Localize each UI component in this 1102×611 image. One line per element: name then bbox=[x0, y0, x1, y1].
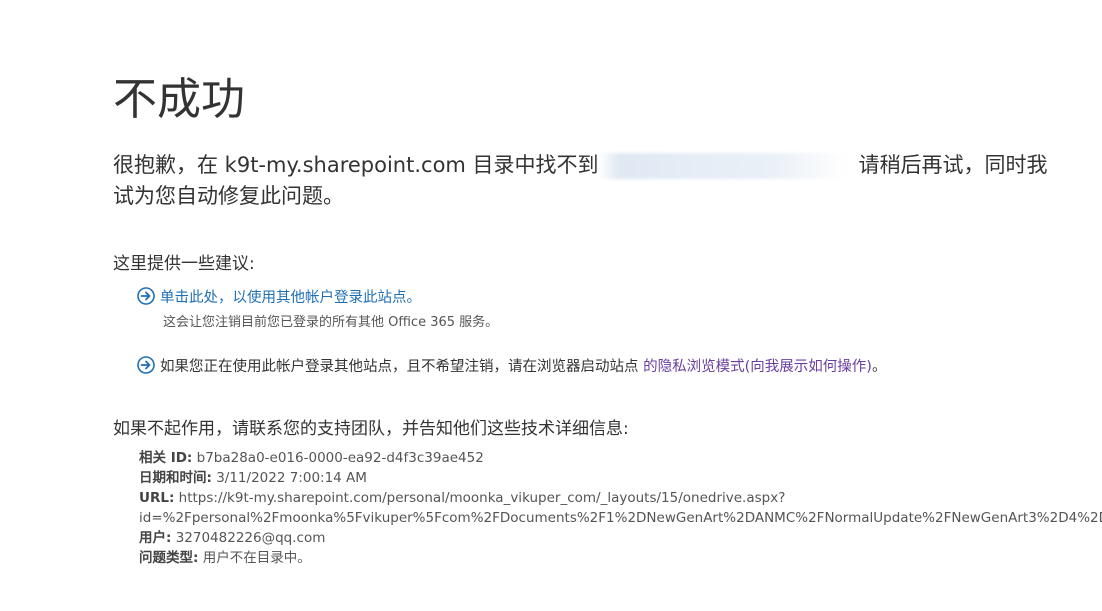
detail-value: b7ba28a0-e016-0000-ea92-d4f3c39ae452 bbox=[196, 450, 484, 466]
error-message-line1: 很抱歉，在 k9t-my.sharepoint.com 目录中找不到 请稍后再试，… bbox=[113, 150, 1102, 181]
suggestion-item-2-text: 如果您正在使用此帐户登录其他站点，且不希望注销，请在浏览器启动站点 bbox=[160, 359, 644, 375]
detail-url: URL: https://k9t-my.sharepoint.com/perso… bbox=[139, 488, 1102, 508]
error-message: 很抱歉，在 k9t-my.sharepoint.com 目录中找不到 请稍后再试，… bbox=[113, 150, 1102, 212]
suggestions-heading: 这里提供一些建议: bbox=[113, 254, 255, 274]
contact-support-heading: 如果不起作用，请联系您的支持团队，并告知他们这些技术详细信息: bbox=[113, 419, 629, 439]
detail-url-continued: id=%2Fpersonal%2Fmoonka%5Fvikuper%5Fcom%… bbox=[139, 510, 1102, 526]
detail-datetime: 日期和时间: 3/11/2022 7:00:14 AM bbox=[139, 468, 1102, 488]
suggestion-item-1: 单击此处，以使用其他帐户登录此站点。 这会让您注销目前您已登录的所有其他 Off… bbox=[137, 287, 498, 333]
detail-user: 用户: 3270482226@qq.com bbox=[139, 528, 1102, 548]
detail-value: 用户不在目录中。 bbox=[202, 550, 311, 566]
error-page: 不成功 很抱歉，在 k9t-my.sharepoint.com 目录中找不到 请稍… bbox=[0, 0, 1102, 611]
page-title: 不成功 bbox=[113, 74, 245, 125]
sign-in-other-account-link[interactable]: 单击此处，以使用其他帐户登录此站点。 bbox=[160, 290, 421, 306]
detail-correlation-id: 相关 ID: b7ba28a0-e016-0000-ea92-d4f3c39ae… bbox=[139, 448, 1102, 468]
technical-details: 相关 ID: b7ba28a0-e016-0000-ea92-d4f3c39ae… bbox=[139, 448, 1102, 568]
error-message-line2: 试为您自动修复此问题。 bbox=[113, 184, 344, 208]
suggestion-item-1-note: 这会让您注销目前您已登录的所有其他 Office 365 服务。 bbox=[163, 315, 499, 330]
detail-value: 3270482226@qq.com bbox=[175, 530, 326, 546]
suggestion-item-2: 如果您正在使用此帐户登录其他站点，且不希望注销，请在浏览器启动站点 的隐私浏览模… bbox=[137, 356, 886, 378]
circle-arrow-right-icon bbox=[137, 356, 155, 374]
detail-value: https://k9t-my.sharepoint.com/personal/m… bbox=[178, 490, 786, 506]
detail-label: 日期和时间: bbox=[139, 470, 212, 486]
detail-label: 相关 ID: bbox=[139, 450, 193, 466]
redacted-area bbox=[598, 153, 847, 179]
error-message-part2: 请稍后再试，同时我 bbox=[858, 153, 1048, 177]
detail-label: 用户: bbox=[139, 530, 172, 546]
suggestion-item-2-suffix: 。 bbox=[871, 359, 887, 375]
circle-arrow-right-icon bbox=[137, 287, 155, 305]
detail-issue-type: 问题类型: 用户不在目录中。 bbox=[139, 548, 1102, 568]
detail-label: 问题类型: bbox=[139, 550, 199, 566]
error-message-part1: 很抱歉，在 k9t-my.sharepoint.com 目录中找不到 bbox=[113, 153, 599, 177]
private-browsing-link[interactable]: 的隐私浏览模式(向我展示如何操作) bbox=[643, 359, 872, 375]
detail-value: 3/11/2022 7:00:14 AM bbox=[216, 470, 367, 486]
detail-label: URL: bbox=[139, 490, 175, 506]
